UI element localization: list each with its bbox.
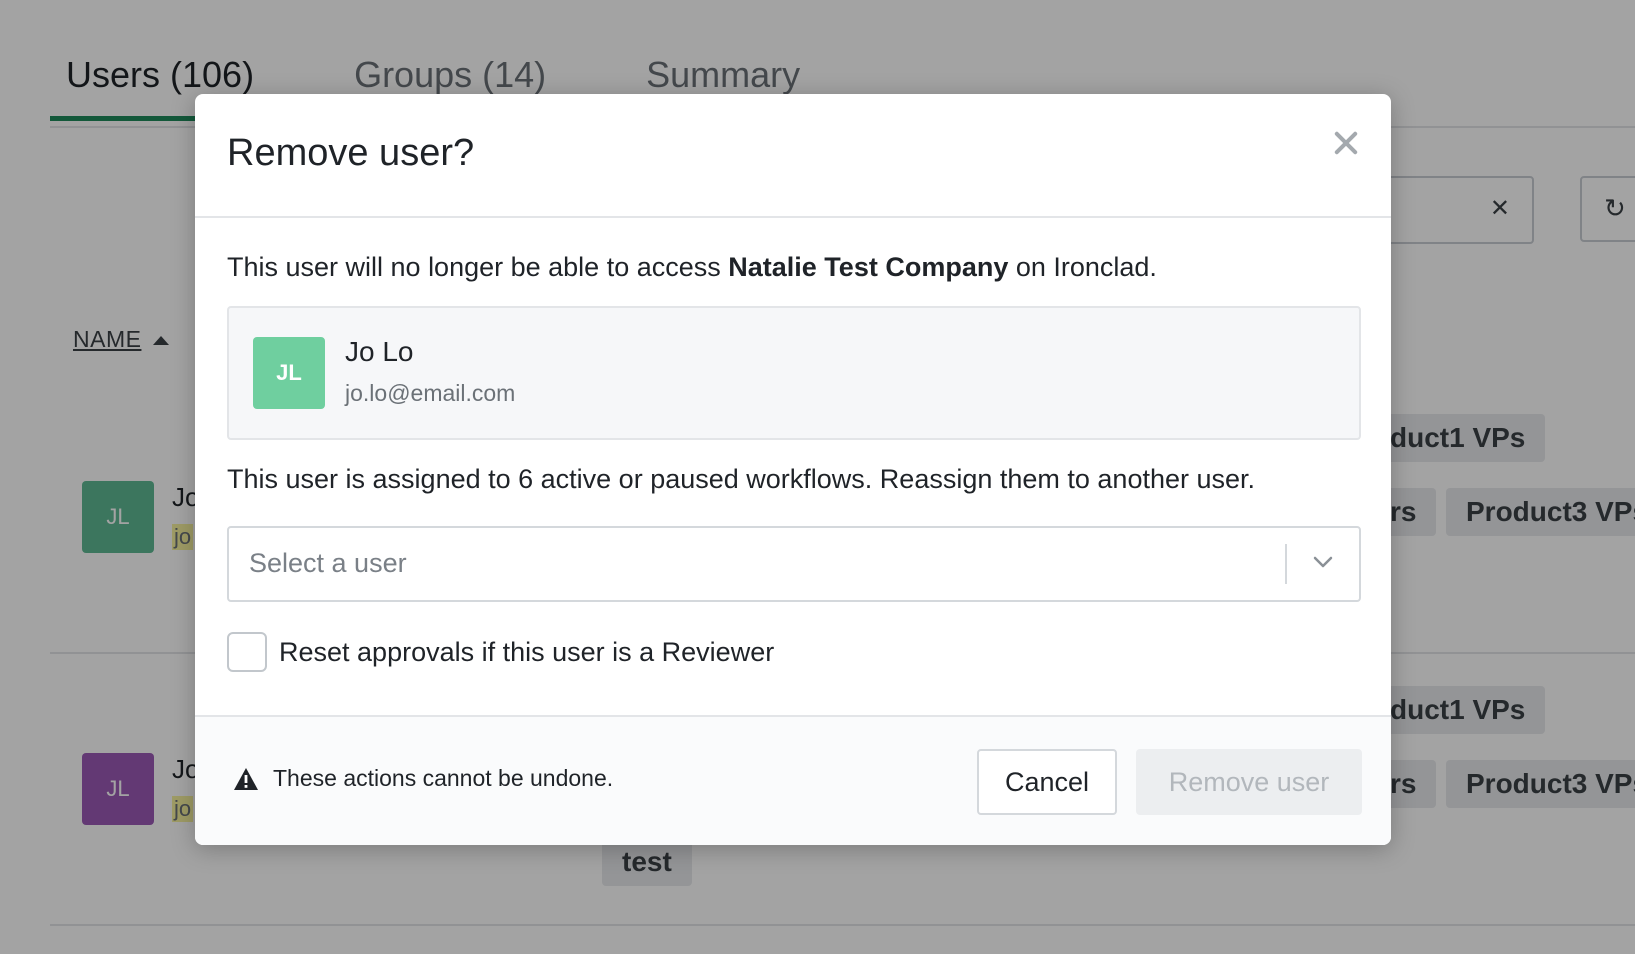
remove-user-button[interactable]: Remove user	[1136, 749, 1362, 815]
dialog-header: Remove user?	[195, 94, 1391, 218]
warning-icon	[234, 767, 258, 790]
dialog-footer: These actions cannot be undone. Cancel R…	[195, 715, 1391, 845]
warning-message: These actions cannot be undone.	[233, 765, 613, 792]
user-card: JL Jo Lo jo.lo@email.com	[227, 306, 1361, 440]
reset-approvals-label[interactable]: Reset approvals if this user is a Review…	[279, 637, 774, 668]
reset-approvals-option[interactable]: Reset approvals if this user is a Review…	[227, 632, 774, 672]
cancel-button[interactable]: Cancel	[977, 749, 1117, 815]
dialog-title: Remove user?	[227, 132, 475, 174]
close-icon[interactable]	[1331, 128, 1361, 158]
reassign-notice: This user is assigned to 6 active or pau…	[227, 464, 1256, 494]
avatar: JL	[253, 337, 325, 409]
company-name: Natalie Test Company	[728, 252, 1009, 282]
user-name: Jo Lo	[345, 336, 414, 367]
reset-approvals-checkbox[interactable]	[227, 632, 267, 672]
select-placeholder: Select a user	[249, 548, 407, 578]
access-notice: This user will no longer be able to acce…	[227, 252, 1157, 283]
warning-text: These actions cannot be undone.	[273, 765, 614, 791]
access-notice-prefix: This user will no longer be able to acce…	[227, 252, 729, 282]
select-divider	[1285, 544, 1287, 584]
remove-user-dialog: Remove user? This user will no longer be…	[195, 94, 1391, 845]
access-notice-suffix: on Ironclad.	[1008, 252, 1157, 282]
reassign-user-select[interactable]: Select a user	[227, 526, 1361, 602]
chevron-down-icon[interactable]	[1311, 550, 1335, 574]
user-email: jo.lo@email.com	[345, 380, 516, 406]
